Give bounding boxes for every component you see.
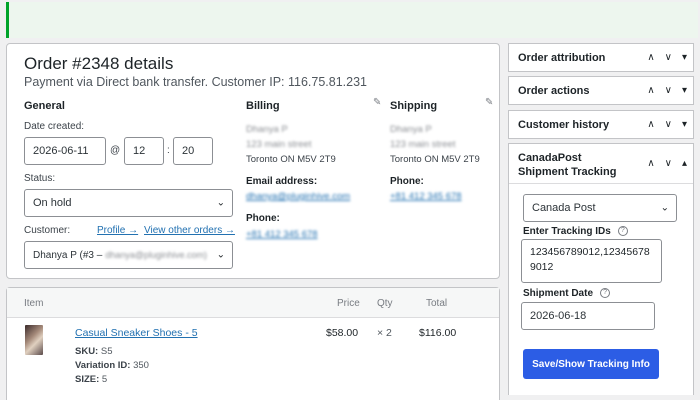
profile-link[interactable]: Profile → <box>97 225 138 236</box>
toggle-panel-icon[interactable]: ▾ <box>682 52 687 63</box>
chevron-down-icon: ⌄ <box>216 197 225 209</box>
shipping-heading: Shipping <box>390 100 438 112</box>
variation-label: Variation ID: <box>75 360 131 371</box>
order-items-panel: Item Price Qty Total Casual Sneaker Shoe… <box>6 287 500 400</box>
carrier-select[interactable]: Canada Post ⌄ <box>523 194 677 222</box>
tracking-title-line1: CanadaPost <box>518 152 582 164</box>
move-up-icon[interactable]: ∧ <box>647 52 654 63</box>
billing-street: 123 main street <box>246 139 312 150</box>
general-heading: General <box>24 100 65 112</box>
order-actions-title[interactable]: Order actions <box>518 85 590 97</box>
move-down-icon[interactable]: ∨ <box>665 85 672 96</box>
chevron-down-icon: ⌄ <box>660 202 669 214</box>
time-colon: : <box>167 145 170 156</box>
box-controls: ∧ ∨ ▾ <box>647 52 687 63</box>
shipping-phone-link[interactable]: +81 412 345 678 <box>390 191 462 202</box>
tracking-title-line2: Shipment Tracking <box>518 166 617 178</box>
billing-email-link[interactable]: dhanya@pluginhive.com <box>246 191 350 202</box>
billing-city: Toronto ON M5V 2T9 <box>246 154 336 165</box>
move-down-icon[interactable]: ∨ <box>665 52 672 63</box>
item-total: $116.00 <box>419 327 457 339</box>
customer-select[interactable]: Dhanya P (#3 – dhanya@pluginhive.com) ⌄ <box>24 241 233 269</box>
qty-column-header: Qty <box>377 298 393 309</box>
save-show-tracking-button[interactable]: Save/Show Tracking Info <box>523 349 659 379</box>
size-label: SIZE: <box>75 374 100 385</box>
tracking-ids-label: Enter Tracking IDs? <box>523 226 628 237</box>
status-select[interactable]: On hold ⌄ <box>24 189 233 217</box>
move-down-icon[interactable]: ∨ <box>665 119 672 130</box>
tracking-box-title[interactable]: CanadaPost Shipment Tracking <box>518 151 616 179</box>
help-icon[interactable]: ? <box>617 226 628 237</box>
order-actions-box[interactable]: Order actions ∧ ∨ ▾ <box>508 76 694 105</box>
box-controls: ∧ ∨ ▾ <box>647 85 687 96</box>
customer-history-box[interactable]: Customer history ∧ ∨ ▾ <box>508 110 694 139</box>
customer-email-value: dhanya@pluginhive.com) <box>105 250 208 260</box>
toggle-panel-icon[interactable]: ▾ <box>682 119 687 130</box>
toggle-panel-icon[interactable]: ▾ <box>682 85 687 96</box>
minute-input[interactable]: 20 <box>173 137 213 165</box>
size-value: 5 <box>101 374 108 385</box>
carrier-value: Canada Post <box>532 202 596 214</box>
items-table-header: Item Price Qty Total <box>7 288 499 318</box>
at-symbol: @ <box>110 145 121 156</box>
email-label: Email address: <box>246 176 318 187</box>
order-attribution-title[interactable]: Order attribution <box>518 52 605 64</box>
shipping-city: Toronto ON M5V 2T9 <box>390 154 480 165</box>
date-created-input[interactable]: 2026-06-11 <box>24 137 106 165</box>
order-attribution-box[interactable]: Order attribution ∧ ∨ ▾ <box>508 43 694 72</box>
status-value: On hold <box>33 197 72 209</box>
order-subtitle: Payment via Direct bank transfer. Custom… <box>24 75 367 89</box>
date-created-label: Date created: <box>24 121 85 132</box>
item-column-header: Item <box>24 298 44 309</box>
move-down-icon[interactable]: ∨ <box>665 158 672 169</box>
box-controls: ∧ ∨ ▴ <box>647 158 687 169</box>
item-price: $58.00 <box>326 327 359 339</box>
sku-meta: SKU: S5 <box>75 346 113 357</box>
box-controls: ∧ ∨ ▾ <box>647 119 687 130</box>
billing-phone-link[interactable]: +81 412 345 678 <box>246 229 318 240</box>
pencil-icon[interactable]: ✎ <box>373 97 381 108</box>
move-up-icon[interactable]: ∧ <box>647 85 654 96</box>
pencil-icon[interactable]: ✎ <box>485 97 493 108</box>
help-icon[interactable]: ? <box>600 288 611 299</box>
move-up-icon[interactable]: ∧ <box>647 158 654 169</box>
shipment-date-input[interactable]: 2026-06-18 <box>521 302 655 330</box>
canadapost-tracking-box: CanadaPost Shipment Tracking ∧ ∨ ▴ Canad… <box>508 143 694 395</box>
chevron-down-icon: ⌄ <box>216 249 225 261</box>
page-title: Order #2348 details <box>24 54 174 73</box>
order-details-panel: Order #2348 details Payment via Direct b… <box>6 43 500 279</box>
price-column-header: Price <box>337 298 360 309</box>
sku-value: S5 <box>100 346 113 357</box>
customer-history-title[interactable]: Customer history <box>518 119 609 131</box>
size-meta: SIZE: 5 <box>75 374 107 385</box>
product-thumbnail <box>25 325 43 355</box>
move-up-icon[interactable]: ∧ <box>647 119 654 130</box>
hour-input[interactable]: 12 <box>124 137 164 165</box>
customer-label: Customer: <box>24 225 71 236</box>
sku-label: SKU: <box>75 346 99 357</box>
shipping-phone-label: Phone: <box>390 176 424 187</box>
billing-name: Dhanya P <box>246 124 288 135</box>
tracking-ids-label-text: Enter Tracking IDs <box>523 226 611 237</box>
view-other-orders-link[interactable]: View other orders → <box>144 225 235 236</box>
product-name-link[interactable]: Casual Sneaker Shoes - 5 <box>75 327 198 339</box>
shipping-street: 123 main street <box>390 139 456 150</box>
toggle-panel-icon[interactable]: ▴ <box>682 158 687 169</box>
billing-phone-label: Phone: <box>246 213 280 224</box>
shipping-name: Dhanya P <box>390 124 432 135</box>
shipment-date-label: Shipment Date? <box>523 288 611 299</box>
status-label: Status: <box>24 173 56 184</box>
billing-heading: Billing <box>246 100 280 112</box>
shipment-date-label-text: Shipment Date <box>523 288 594 299</box>
divider <box>509 183 693 184</box>
success-notice <box>6 2 698 38</box>
total-column-header: Total <box>426 298 448 309</box>
item-qty: × 2 <box>377 327 392 339</box>
variation-meta: Variation ID: 350 <box>75 360 149 371</box>
variation-value: 350 <box>133 360 149 371</box>
customer-value: Dhanya P (#3 – <box>33 249 103 261</box>
tracking-ids-textarea[interactable]: 123456789012,123456789012 <box>521 239 662 283</box>
